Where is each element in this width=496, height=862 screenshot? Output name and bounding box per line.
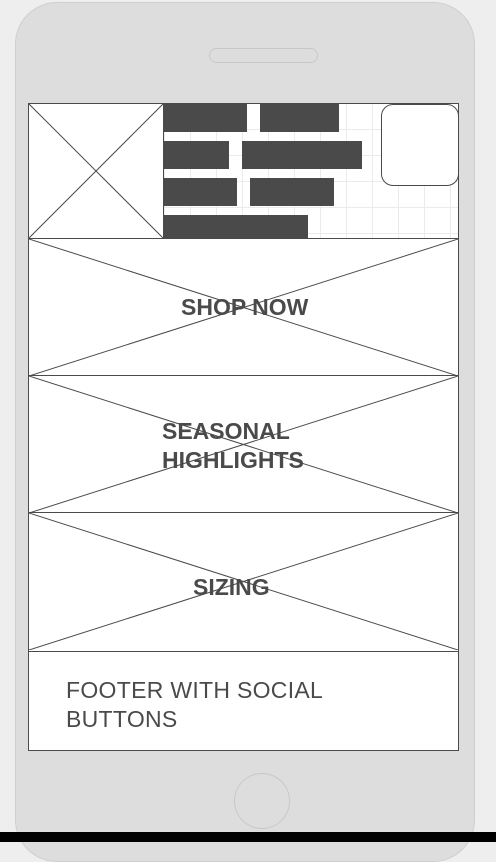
bottom-bar bbox=[0, 832, 496, 842]
nav-item-4[interactable] bbox=[242, 141, 362, 169]
cart-button[interactable] bbox=[381, 104, 458, 186]
footer: FOOTER WITH SOCIAL BUTTONS bbox=[29, 651, 458, 750]
shop-now-label: SHOP NOW bbox=[181, 294, 309, 320]
nav-item-7[interactable] bbox=[164, 215, 308, 238]
image-placeholder-icon bbox=[29, 104, 163, 238]
sizing-label: SIZING bbox=[193, 574, 270, 600]
nav-item-1[interactable] bbox=[164, 104, 247, 132]
seasonal-highlights-label: SEASONAL HIGHLIGHTS bbox=[162, 418, 304, 473]
header bbox=[29, 104, 458, 238]
nav-item-6[interactable] bbox=[250, 178, 334, 206]
seasonal-highlights-banner[interactable]: SEASONAL HIGHLIGHTS bbox=[29, 375, 458, 513]
sizing-banner[interactable]: SIZING bbox=[29, 512, 458, 650]
shop-now-banner[interactable]: SHOP NOW bbox=[29, 238, 458, 376]
nav-item-5[interactable] bbox=[164, 178, 237, 206]
logo-image-placeholder[interactable] bbox=[29, 104, 164, 238]
footer-label: FOOTER WITH SOCIAL BUTTONS bbox=[66, 677, 323, 732]
phone-speaker bbox=[209, 48, 318, 63]
phone-home-button[interactable] bbox=[234, 773, 290, 829]
nav-item-2[interactable] bbox=[260, 104, 339, 132]
phone-screen: SHOP NOW SEASONAL HIGHLIGHTS SIZING FOOT… bbox=[28, 103, 459, 751]
nav-item-3[interactable] bbox=[164, 141, 229, 169]
